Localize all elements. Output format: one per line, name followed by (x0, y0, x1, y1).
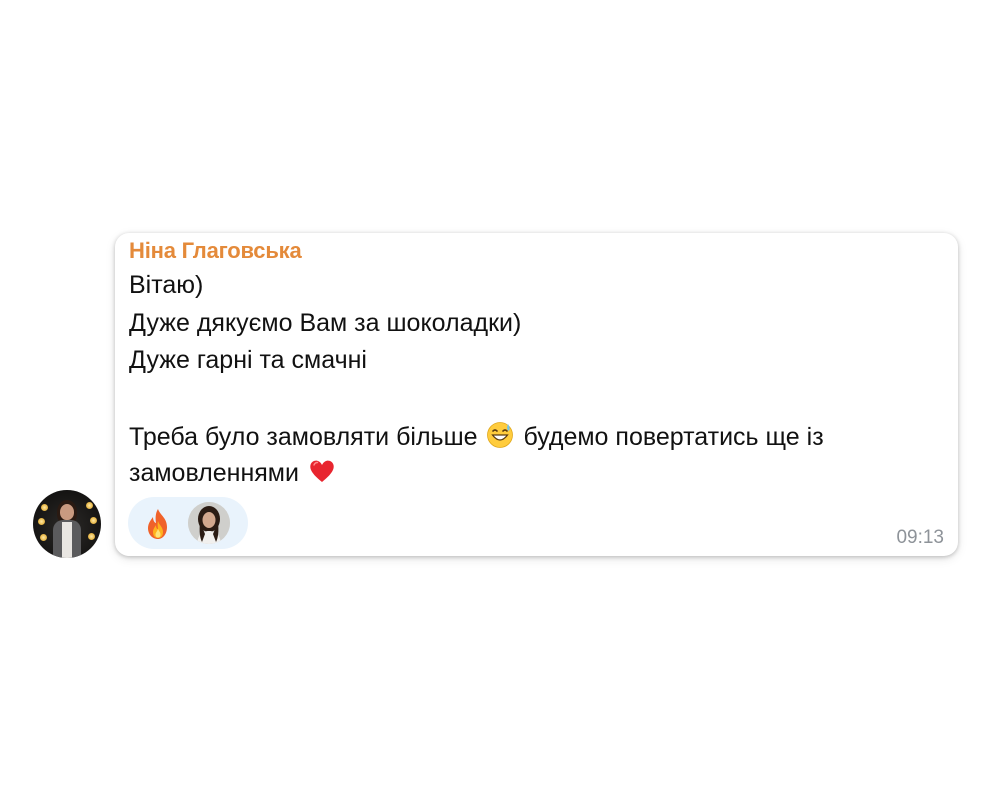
message-text: замовленнями (129, 459, 299, 487)
user-avatar-icon (188, 502, 230, 544)
message-bubble[interactable]: Ніна Глаговська Вітаю) Дуже дякуємо Вам … (115, 233, 958, 556)
message-line: Треба було замовляти більше будемо повер… (129, 421, 824, 452)
message-text: будемо повертатись ще із (523, 423, 824, 451)
sender-name[interactable]: Ніна Глаговська (129, 238, 302, 264)
message-line: Дуже дякуємо Вам за шоколадки) (129, 309, 522, 337)
message-line: замовленнями (129, 457, 338, 488)
message-time: 09:13 (896, 527, 944, 548)
message-line: Вітаю) (129, 271, 204, 299)
grinning-sweat-emoji-icon (487, 422, 514, 448)
reactor-avatar[interactable] (188, 502, 230, 544)
sender-avatar[interactable] (33, 490, 101, 558)
message-text: Треба було замовляти більше (129, 423, 478, 451)
chat-area: Ніна Глаговська Вітаю) Дуже дякуємо Вам … (0, 0, 992, 792)
red-heart-icon (310, 460, 334, 482)
message-line: Дуже гарні та смачні (129, 346, 367, 374)
reaction-pill[interactable] (128, 497, 248, 549)
fire-icon (148, 509, 167, 539)
